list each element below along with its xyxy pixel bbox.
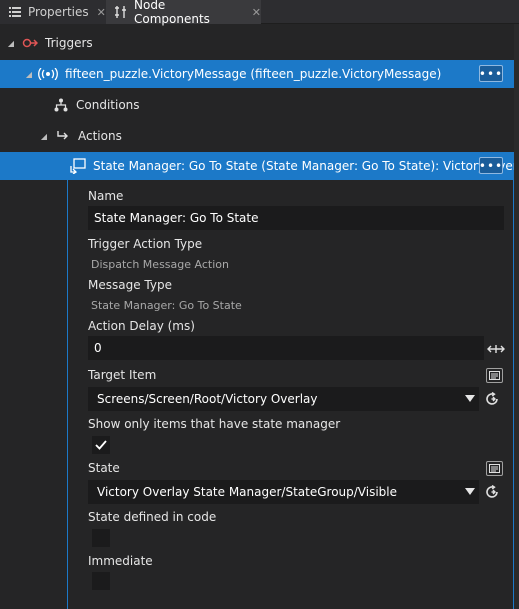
broadcast-icon bbox=[38, 66, 58, 82]
state-defined-in-code-label: State defined in code bbox=[88, 510, 217, 524]
conditions-icon bbox=[53, 97, 69, 113]
tab-bar: Properties ✕ Node Components ✕ bbox=[0, 0, 519, 26]
trigger-action-type-value: Dispatch Message Action bbox=[91, 258, 229, 271]
state-label: State bbox=[88, 461, 120, 475]
state-dropdown[interactable]: Victory Overlay State Manager/StateGroup… bbox=[88, 480, 479, 504]
picker-icon[interactable] bbox=[486, 461, 503, 476]
state-defined-in-code-checkbox[interactable] bbox=[92, 529, 110, 547]
expand-arrow-icon[interactable]: ◢ bbox=[24, 69, 34, 79]
trigger-action-type-label: Trigger Action Type bbox=[88, 237, 203, 251]
tab-node-components-label: Node Components bbox=[134, 0, 210, 26]
tab-node-components[interactable]: Node Components ✕ bbox=[106, 0, 261, 26]
immediate-checkbox[interactable] bbox=[92, 572, 110, 590]
tree-item-label: Actions bbox=[78, 129, 122, 143]
target-item-label: Target Item bbox=[88, 368, 157, 382]
target-item-value: Screens/Screen/Root/Victory Overlay bbox=[97, 392, 318, 406]
scrollbar[interactable] bbox=[514, 24, 519, 609]
trigger-icon bbox=[22, 35, 38, 51]
drag-value-icon[interactable] bbox=[487, 343, 505, 357]
actions-icon bbox=[55, 128, 71, 144]
chevron-down-icon bbox=[465, 488, 475, 495]
message-type-label: Message Type bbox=[88, 278, 172, 292]
tree-item-triggers[interactable]: ◢ Triggers bbox=[0, 29, 519, 57]
name-field[interactable]: State Manager: Go To State bbox=[88, 206, 504, 230]
state-action-icon bbox=[70, 158, 86, 174]
picker-icon[interactable] bbox=[486, 368, 503, 383]
properties-list-icon bbox=[8, 5, 22, 19]
tree-item-label: Conditions bbox=[76, 98, 140, 112]
tab-properties[interactable]: Properties ✕ bbox=[0, 0, 106, 24]
state-value: Victory Overlay State Manager/StateGroup… bbox=[97, 485, 397, 499]
tree-item-action[interactable]: State Manager: Go To State (State Manage… bbox=[0, 152, 519, 180]
reset-icon[interactable] bbox=[484, 484, 500, 500]
more-options-button[interactable]: ••• bbox=[479, 157, 503, 174]
action-delay-label: Action Delay (ms) bbox=[88, 319, 195, 333]
tree-item-trigger[interactable]: ◢ fifteen_puzzle.VictoryMessage (fifteen… bbox=[0, 60, 519, 88]
chevron-down-icon bbox=[465, 395, 475, 402]
show-only-label: Show only items that have state manager bbox=[88, 417, 341, 431]
action-delay-field[interactable]: 0 bbox=[88, 336, 484, 360]
tree-item-label: State Manager: Go To State (State Manage… bbox=[93, 159, 519, 173]
tab-properties-label: Properties bbox=[28, 5, 89, 19]
name-label: Name bbox=[88, 189, 124, 203]
close-icon[interactable]: ✕ bbox=[252, 6, 261, 19]
expand-arrow-icon[interactable]: ◢ bbox=[39, 131, 49, 141]
expand-arrow-icon[interactable]: ◢ bbox=[6, 38, 16, 48]
tree-item-conditions[interactable]: Conditions bbox=[0, 91, 519, 119]
tree-item-actions[interactable]: ◢ Actions bbox=[0, 122, 519, 150]
tree-item-label: fifteen_puzzle.VictoryMessage (fifteen_p… bbox=[65, 67, 442, 81]
target-item-dropdown[interactable]: Screens/Screen/Root/Victory Overlay bbox=[88, 387, 479, 411]
show-only-checkbox[interactable] bbox=[92, 436, 110, 454]
reset-icon[interactable] bbox=[484, 391, 500, 407]
node-components-icon bbox=[114, 5, 128, 19]
tree-item-label: Triggers bbox=[45, 36, 93, 50]
message-type-value: State Manager: Go To State bbox=[91, 299, 242, 312]
immediate-label: Immediate bbox=[88, 554, 153, 568]
more-options-button[interactable]: ••• bbox=[479, 65, 503, 82]
close-icon[interactable]: ✕ bbox=[97, 6, 106, 19]
